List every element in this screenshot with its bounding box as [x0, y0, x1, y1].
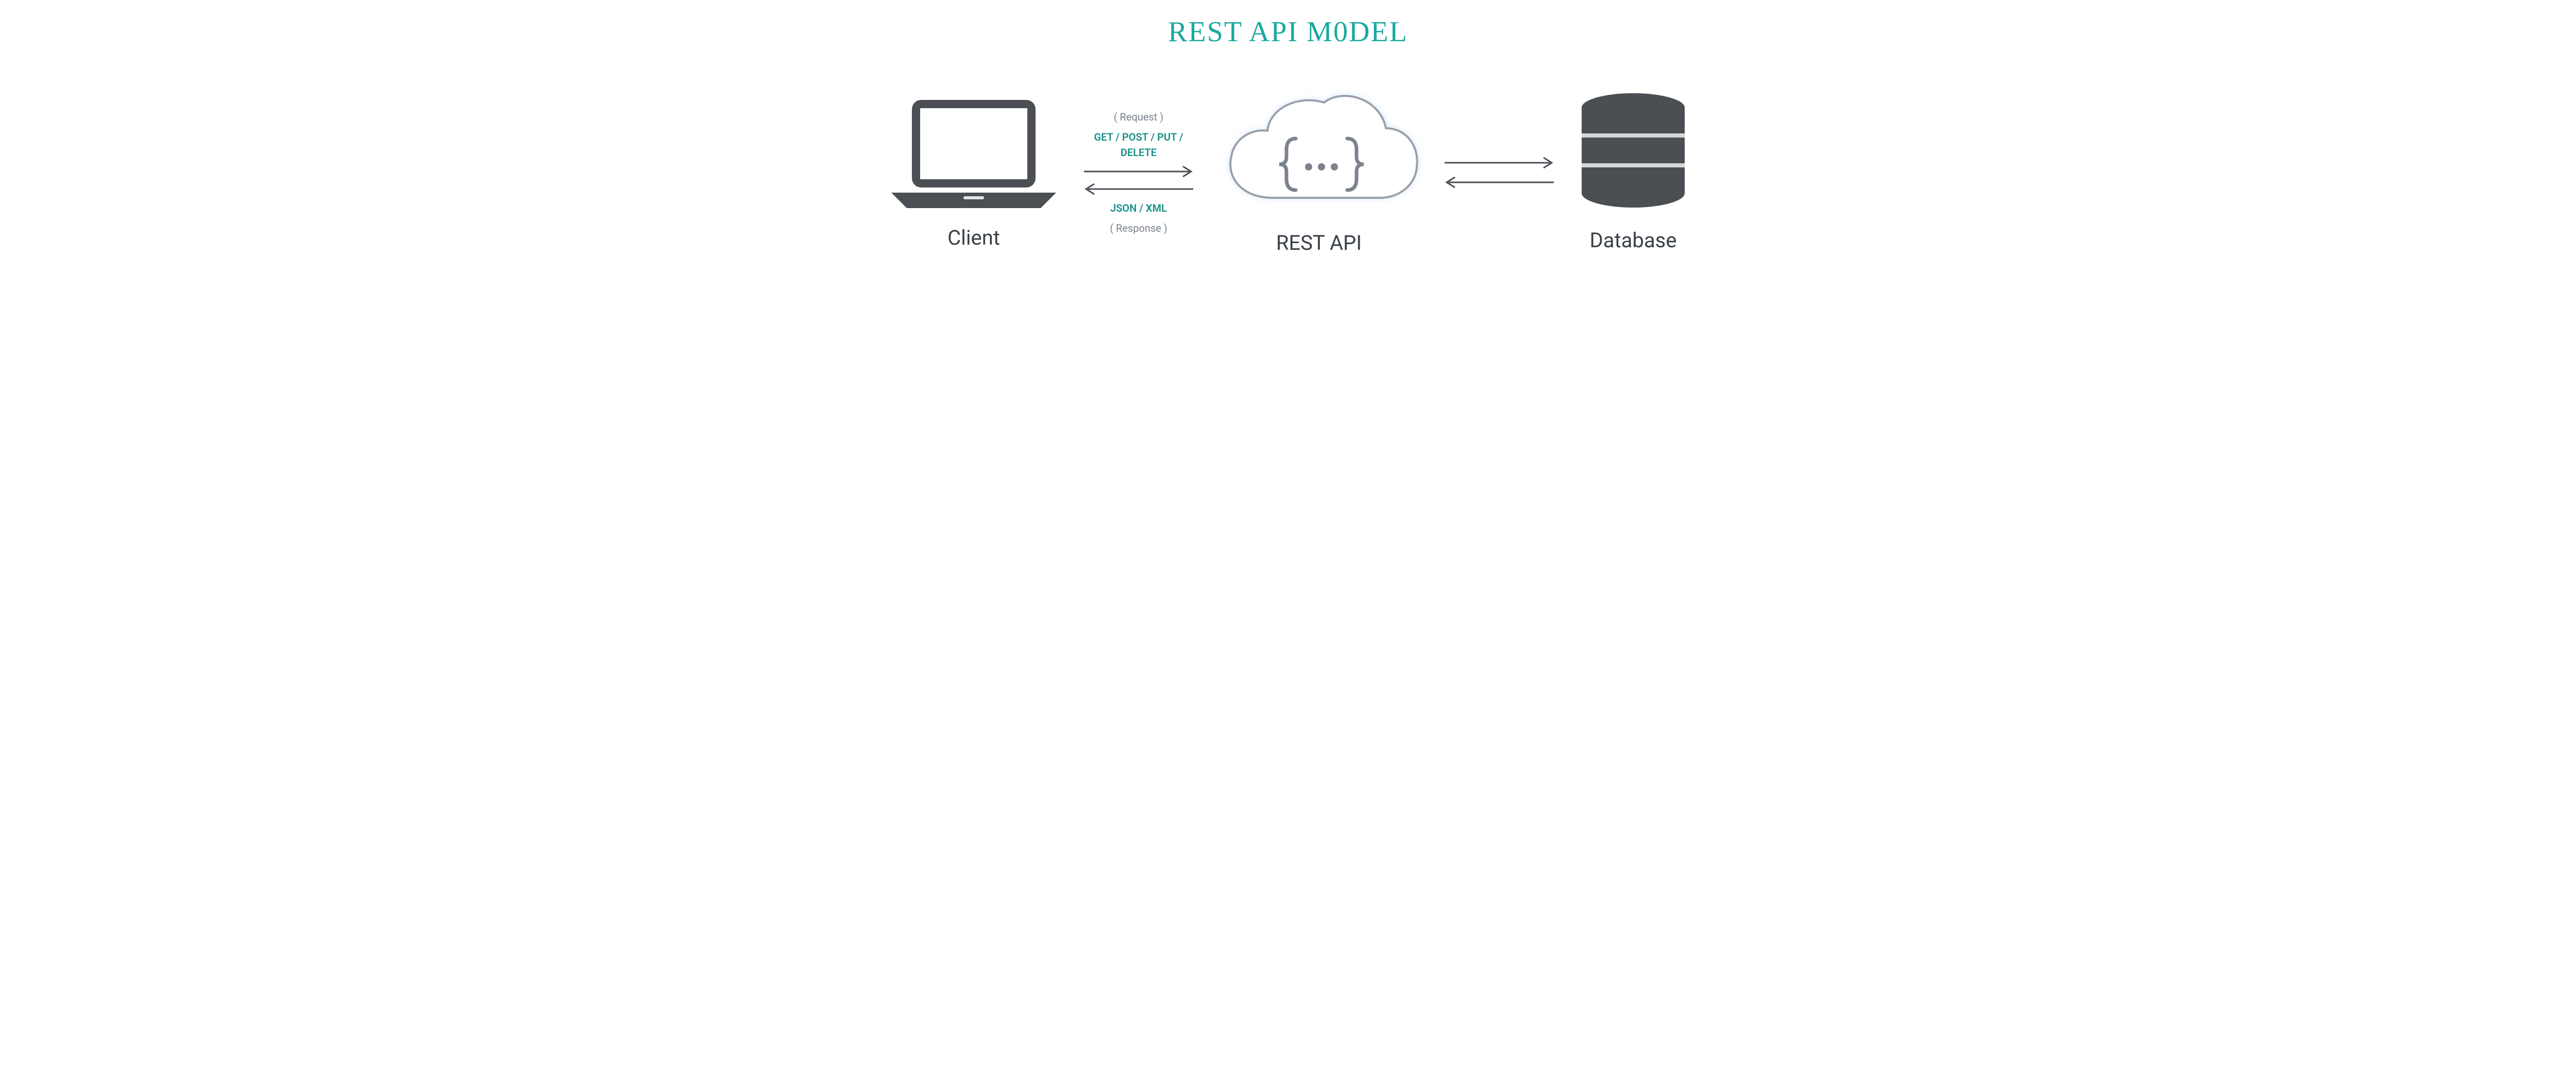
diagram-row: Client ( Request ) GET / POST / PUT / DE…: [886, 90, 1690, 255]
client-node: Client: [886, 95, 1061, 250]
request-caption: ( Request ): [1114, 110, 1164, 124]
api-node: REST API: [1216, 90, 1422, 255]
response-formats: JSON / XML: [1110, 200, 1167, 216]
api-db-connector: [1432, 157, 1566, 189]
client-api-connector: ( Request ) GET / POST / PUT / DELETE JS…: [1072, 110, 1206, 235]
database-icon: [1577, 92, 1690, 216]
laptop-icon: [886, 95, 1061, 213]
api-label: REST API: [1276, 231, 1362, 255]
client-label: Client: [947, 226, 1000, 250]
diagram-title: REST API M0DEL: [1168, 15, 1408, 48]
arrow-left-icon: [1082, 183, 1195, 195]
response-caption: ( Response ): [1110, 221, 1167, 235]
database-label: Database: [1590, 228, 1677, 252]
arrow-left-icon: [1443, 176, 1556, 189]
http-methods: GET / POST / PUT / DELETE: [1087, 129, 1190, 160]
cloud-api-icon: [1216, 90, 1422, 218]
arrow-right-icon: [1443, 157, 1556, 169]
arrow-right-icon: [1082, 165, 1195, 178]
database-node: Database: [1577, 92, 1690, 252]
